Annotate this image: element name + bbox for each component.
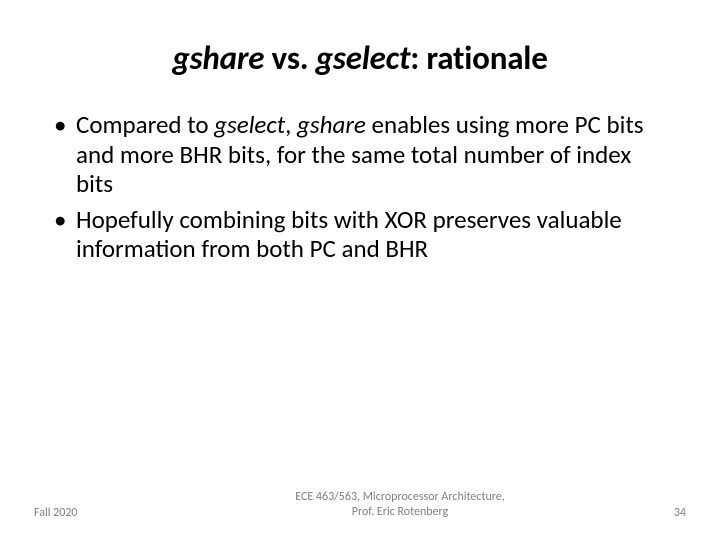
title-em-gselect: gselect bbox=[316, 38, 411, 78]
slide-title: gshare vs. gselect: rationale bbox=[0, 0, 720, 78]
bullet-text: , bbox=[285, 109, 297, 140]
footer-center: ECE 463/563, Microprocessor Architecture… bbox=[154, 490, 646, 520]
title-em-gshare: gshare bbox=[172, 38, 264, 78]
list-item: Compared to gselect, gshare enables usin… bbox=[52, 110, 668, 199]
footer-page-number: 34 bbox=[646, 506, 686, 520]
bullet-text: Compared to bbox=[76, 109, 214, 140]
footer-left: Fall 2020 bbox=[34, 506, 154, 520]
bullet-list: Compared to gselect, gshare enables usin… bbox=[52, 110, 668, 264]
slide-footer: Fall 2020 ECE 463/563, Microprocessor Ar… bbox=[0, 490, 720, 520]
list-item: Hopefully combining bits with XOR preser… bbox=[52, 205, 668, 264]
footer-center-line1: ECE 463/563, Microprocessor Architecture… bbox=[295, 490, 505, 504]
footer-center-line2: Prof. Eric Rotenberg bbox=[352, 505, 448, 519]
slide-body: Compared to gselect, gshare enables usin… bbox=[0, 78, 720, 264]
bullet-em: gselect bbox=[214, 109, 285, 140]
title-tail: : rationale bbox=[410, 38, 547, 78]
bullet-em: gshare bbox=[297, 109, 366, 140]
bullet-text: Hopefully combining bits with XOR preser… bbox=[76, 204, 622, 265]
title-sep: vs. bbox=[264, 38, 315, 78]
